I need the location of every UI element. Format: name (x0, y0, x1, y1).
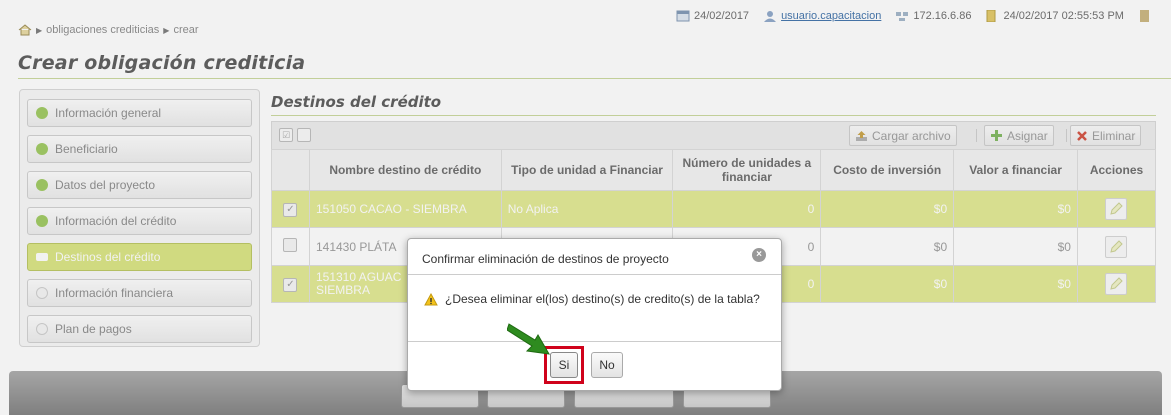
table-toolbar: ☑ Cargar archivo Asignar Eliminar (271, 121, 1156, 149)
sidebar-item-label: Información general (55, 106, 162, 120)
plus-icon (991, 130, 1002, 141)
sidebar-item-label: Información financiera (55, 286, 174, 300)
check-icon (36, 143, 48, 155)
status-bar: 24/02/2017 usuario.capacitacion 172.16.6… (676, 10, 1152, 22)
check-icon (36, 107, 48, 119)
cargar-archivo-label: Cargar archivo (872, 128, 951, 143)
column-header-tipo[interactable]: Tipo de unidad a Financiar (500, 149, 674, 191)
breadcrumb-separator: ▶ (163, 25, 170, 35)
section-divider (271, 115, 1156, 116)
row-checkbox[interactable]: ✓ (283, 203, 298, 217)
clock-icon (986, 10, 996, 22)
column-header-unidades[interactable]: Número de unidades a financiar (672, 149, 822, 191)
logout-icon[interactable] (1138, 10, 1152, 22)
breadcrumb-item-obligaciones[interactable]: obligaciones crediticias (46, 24, 159, 36)
toolbar-divider (1066, 129, 1067, 142)
status-datetime: 24/02/2017 02:55:53 PM (1003, 10, 1124, 22)
section-title: Destinos del crédito (271, 93, 442, 111)
cell-tipo: No Aplica (500, 190, 674, 228)
cell-valor: $0 (953, 190, 1078, 228)
row-checkbox[interactable] (283, 238, 298, 252)
pending-step-icon (36, 287, 48, 299)
sidebar-item-label: Datos del proyecto (55, 178, 156, 192)
user-icon (764, 11, 777, 22)
confirm-delete-dialog: Confirmar eliminación de destinos de pro… (407, 238, 782, 391)
top-bar: ▶ obligaciones crediticias ▶ crear 24/02… (0, 0, 1171, 48)
upload-icon (856, 130, 867, 141)
column-header-nombre[interactable]: Nombre destino de crédito (308, 149, 502, 191)
sidebar-item-datos-proyecto[interactable]: Datos del proyecto (27, 171, 252, 199)
title-divider (18, 78, 1171, 79)
steps-sidebar: Información general Beneficiario Datos d… (19, 89, 260, 347)
close-icon[interactable]: × (752, 248, 766, 262)
cell-nombre: 151050 CACAO - SIEMBRA (308, 190, 502, 228)
edit-icon[interactable] (1105, 273, 1128, 295)
status-date: 24/02/2017 (694, 10, 750, 22)
breadcrumb: ▶ obligaciones crediticias ▶ crear (18, 24, 199, 36)
deselect-all-checkbox[interactable] (297, 128, 311, 142)
eliminar-label: Eliminar (1092, 128, 1136, 143)
sidebar-item-label: Destinos del crédito (55, 250, 161, 264)
eliminar-button[interactable]: Eliminar (1070, 125, 1142, 146)
pending-step-icon (36, 323, 48, 335)
dialog-message: ¿Desea eliminar el(los) destino(s) de cr… (445, 292, 760, 306)
column-header-costo[interactable]: Costo de inversión (820, 149, 955, 191)
select-all-checkbox[interactable]: ☑ (279, 128, 293, 142)
sidebar-item-informacion-financiera[interactable]: Información financiera (27, 279, 252, 307)
network-icon (896, 12, 909, 21)
cell-valor: $0 (953, 227, 1078, 266)
pointer-arrow-icon (507, 323, 550, 355)
warning-icon (424, 293, 438, 306)
dialog-body: ¿Desea eliminar el(los) destino(s) de cr… (408, 275, 781, 342)
check-icon (36, 179, 48, 191)
table-header-row: Nombre destino de crédito Tipo de unidad… (271, 149, 1157, 191)
current-step-icon (36, 253, 48, 261)
home-icon[interactable] (18, 24, 32, 36)
row-checkbox[interactable]: ✓ (283, 278, 298, 292)
cell-costo: $0 (820, 227, 955, 266)
status-ip: 172.16.6.86 (913, 10, 972, 22)
page-title: Crear obligación crediticia (18, 52, 306, 74)
cargar-archivo-button[interactable]: Cargar archivo (849, 125, 957, 146)
sidebar-item-label: Información del crédito (55, 214, 177, 228)
table-row[interactable]: ✓ 151050 CACAO - SIEMBRA No Aplica 0 $0 … (271, 190, 1157, 228)
sidebar-item-beneficiario[interactable]: Beneficiario (27, 135, 252, 163)
dialog-header: Confirmar eliminación de destinos de pro… (408, 239, 781, 275)
calendar-icon (676, 10, 690, 22)
edit-icon[interactable] (1105, 198, 1128, 220)
confirm-no-button[interactable]: No (591, 352, 623, 378)
delete-x-icon (1077, 130, 1087, 141)
cell-nombre-line2: SIEMBRA (315, 283, 370, 297)
cell-costo: $0 (820, 265, 955, 303)
asignar-button[interactable]: Asignar (984, 125, 1054, 146)
cell-costo: $0 (820, 190, 955, 228)
toolbar-divider (976, 129, 977, 142)
edit-icon[interactable] (1105, 235, 1128, 258)
column-header-select (271, 149, 310, 191)
breadcrumb-separator: ▶ (36, 25, 43, 35)
breadcrumb-item-crear: crear (173, 24, 199, 36)
column-header-acciones: Acciones (1076, 149, 1157, 191)
sidebar-item-label: Plan de pagos (55, 322, 132, 336)
asignar-label: Asignar (1007, 128, 1048, 143)
cell-nombre-line1: 151310 AGUAC (315, 270, 402, 284)
check-icon (36, 215, 48, 227)
column-header-valor[interactable]: Valor a financiar (953, 149, 1078, 191)
dialog-footer: Si No (408, 342, 781, 390)
sidebar-item-label: Beneficiario (55, 142, 118, 156)
sidebar-item-informacion-general[interactable]: Información general (27, 99, 252, 127)
sidebar-item-destinos-credito[interactable]: Destinos del crédito (27, 243, 252, 271)
cell-unidades: 0 (672, 190, 822, 228)
cell-valor: $0 (953, 265, 1078, 303)
sidebar-item-informacion-credito[interactable]: Información del crédito (27, 207, 252, 235)
sidebar-item-plan-pagos[interactable]: Plan de pagos (27, 315, 252, 343)
status-user-link[interactable]: usuario.capacitacion (781, 10, 881, 22)
dialog-title: Confirmar eliminación de destinos de pro… (422, 252, 669, 266)
